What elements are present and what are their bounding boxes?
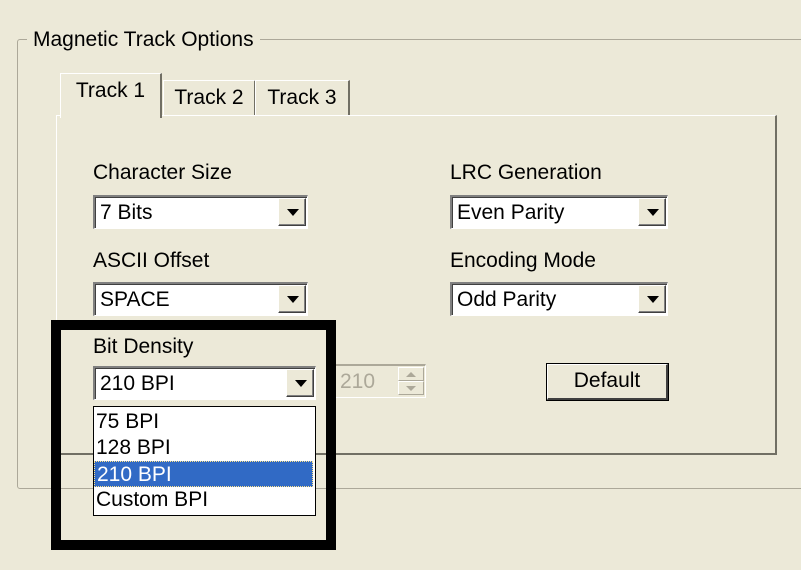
bit-density-combo[interactable]: 210 BPI xyxy=(93,366,316,400)
bit-density-value: 210 BPI xyxy=(100,372,175,395)
tab-track-3[interactable]: Track 3 xyxy=(255,80,350,116)
chevron-down-icon[interactable] xyxy=(638,285,666,313)
character-size-label: Character Size xyxy=(93,161,232,184)
encoding-mode-label: Encoding Mode xyxy=(450,249,596,272)
ascii-offset-label: ASCII Offset xyxy=(93,249,210,272)
list-item[interactable]: Custom BPI xyxy=(94,487,313,513)
bit-density-dropdown-list[interactable]: 75 BPI 128 BPI 210 BPI Custom BPI xyxy=(93,406,316,516)
tab-track-2[interactable]: Track 2 xyxy=(163,80,256,116)
bit-density-label: Bit Density xyxy=(93,335,194,358)
chevron-down-icon[interactable] xyxy=(278,285,306,313)
chevron-down-icon[interactable] xyxy=(278,198,306,226)
ascii-offset-combo[interactable]: SPACE xyxy=(93,282,308,316)
list-item[interactable]: 128 BPI xyxy=(94,435,313,461)
spin-up-icon xyxy=(398,367,424,381)
encoding-mode-combo[interactable]: Odd Parity xyxy=(450,282,668,316)
lrc-generation-value: Even Parity xyxy=(457,201,565,224)
character-size-combo[interactable]: 7 Bits xyxy=(93,195,308,229)
encoding-mode-value: Odd Parity xyxy=(457,288,557,311)
custom-bpi-value: 210 xyxy=(340,370,376,393)
ascii-offset-value: SPACE xyxy=(100,288,170,311)
lrc-generation-label: LRC Generation xyxy=(450,161,602,184)
custom-bpi-spinner: 210 xyxy=(330,364,426,398)
list-item[interactable]: 75 BPI xyxy=(94,409,313,435)
list-item-selected[interactable]: 210 BPI xyxy=(94,461,313,487)
group-title: Magnetic Track Options xyxy=(27,27,260,53)
spin-down-icon xyxy=(398,381,424,395)
tab-track-1[interactable]: Track 1 xyxy=(60,73,162,118)
default-button[interactable]: Default xyxy=(546,363,669,401)
chevron-down-icon[interactable] xyxy=(638,198,666,226)
character-size-value: 7 Bits xyxy=(100,201,153,224)
lrc-generation-combo[interactable]: Even Parity xyxy=(450,195,668,229)
chevron-down-icon[interactable] xyxy=(286,369,314,397)
